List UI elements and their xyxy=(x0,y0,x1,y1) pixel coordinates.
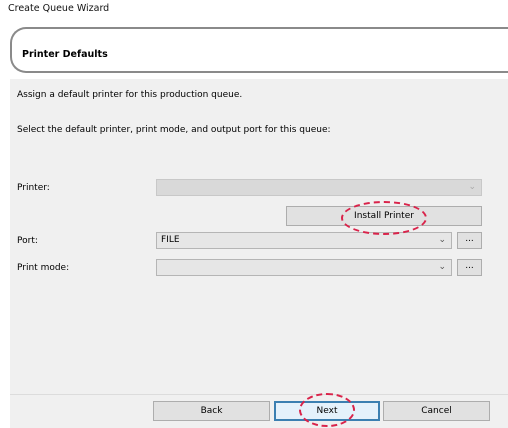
port-dropdown-value: FILE xyxy=(161,235,180,245)
print-mode-dropdown[interactable]: ⌄ xyxy=(156,259,452,276)
chevron-down-icon: ⌄ xyxy=(468,182,476,192)
chevron-down-icon: ⌄ xyxy=(438,235,446,245)
chevron-down-icon: ⌄ xyxy=(438,262,446,272)
page-title: Printer Defaults xyxy=(22,49,108,60)
print-mode-label: Print mode: xyxy=(17,263,70,273)
instructions-text: Select the default printer, print mode, … xyxy=(17,125,331,135)
wizard-footer: Back Next Cancel xyxy=(10,394,508,428)
highlight-annotation-next xyxy=(299,393,355,427)
port-dropdown[interactable]: FILE ⌄ xyxy=(156,232,452,249)
back-button[interactable]: Back xyxy=(153,401,270,421)
port-browse-button[interactable]: ... xyxy=(457,232,482,249)
printer-label: Printer: xyxy=(17,183,50,193)
port-label: Port: xyxy=(17,236,38,246)
window-title: Create Queue Wizard xyxy=(8,3,110,14)
cancel-button[interactable]: Cancel xyxy=(383,401,490,421)
highlight-annotation-install xyxy=(341,201,427,235)
printer-dropdown[interactable]: ⌄ xyxy=(156,179,482,196)
wizard-body: Assign a default printer for this produc… xyxy=(10,79,508,394)
intro-text: Assign a default printer for this produc… xyxy=(17,90,243,100)
print-mode-browse-button[interactable]: ... xyxy=(457,259,482,276)
header-panel: Printer Defaults xyxy=(10,27,508,73)
